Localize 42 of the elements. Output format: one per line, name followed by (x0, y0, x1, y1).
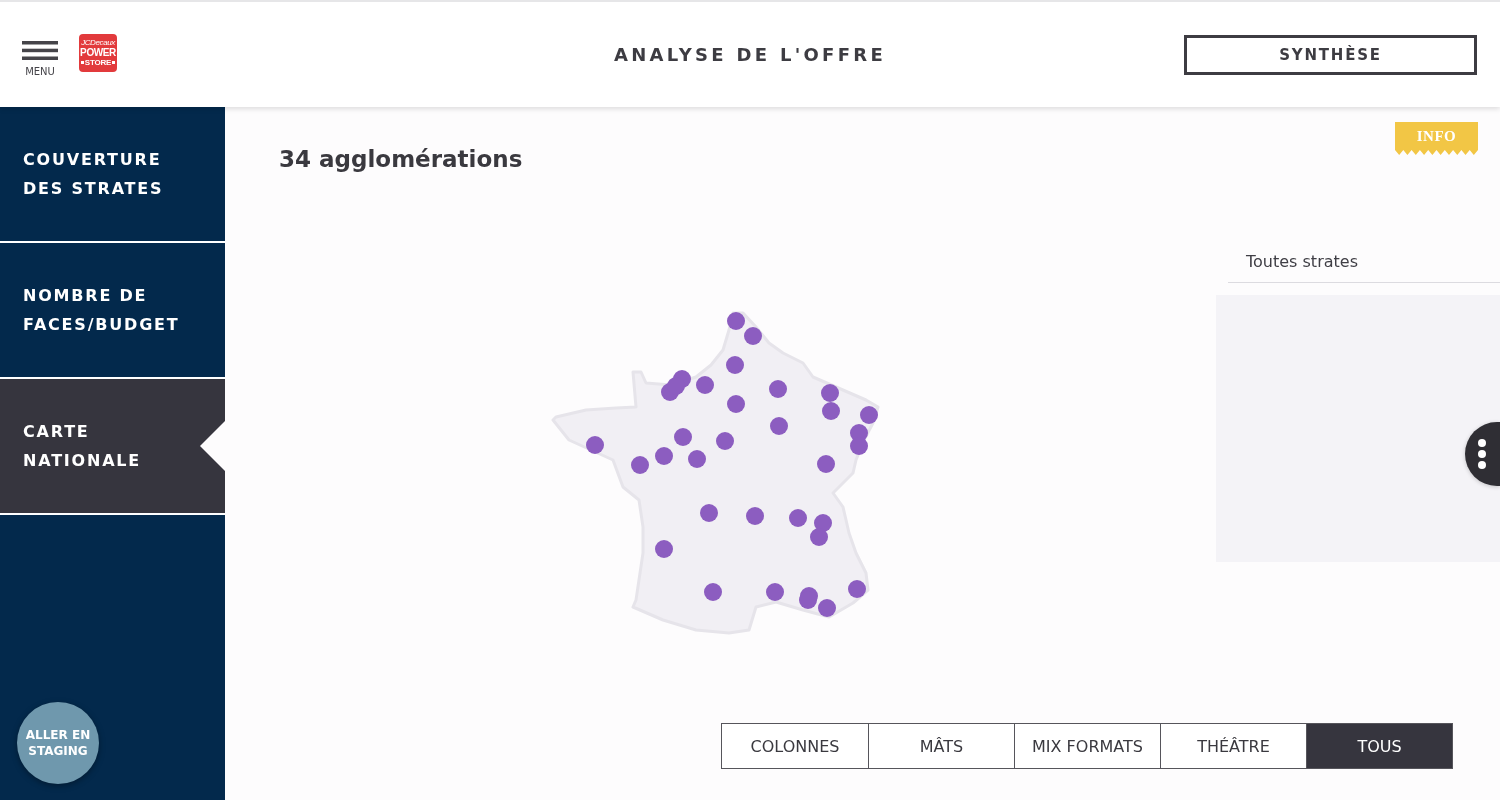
synthesis-button[interactable]: SYNTHÈSE (1184, 34, 1477, 75)
map-marker-icon (814, 514, 832, 532)
map-marker-icon (655, 447, 673, 465)
menu-button[interactable]: MENU (22, 40, 58, 77)
more-options-button[interactable] (1465, 422, 1500, 486)
map-marker-icon (810, 528, 828, 546)
map-marker-icon (860, 406, 878, 424)
map-marker-icon (848, 580, 866, 598)
map-marker-icon (704, 583, 722, 601)
map-marker-icon (744, 327, 762, 345)
results-title: 34 agglomérations (279, 145, 523, 174)
map-marker-icon (726, 356, 744, 374)
panel-heading: Toutes strates (1228, 240, 1500, 283)
map-marker-icon (818, 599, 836, 617)
map-marker-icon (655, 540, 673, 558)
page-title: ANALYSE DE L'OFFRE (613, 44, 887, 65)
map-marker-icon (850, 437, 868, 455)
more-vertical-icon (1478, 439, 1486, 469)
map-marker-icon (727, 395, 745, 413)
map-marker-icon (727, 312, 745, 330)
map-marker-icon (769, 380, 787, 398)
filter-tab[interactable]: TOUS (1306, 724, 1452, 768)
map-marker-icon (766, 583, 784, 601)
map-marker-icon (674, 428, 692, 446)
map-marker-icon (631, 456, 649, 474)
map-marker-icon (817, 455, 835, 473)
logo-text: JCDecaux (81, 38, 115, 47)
map-marker-icon (746, 507, 764, 525)
map-marker-icon (770, 417, 788, 435)
menu-icon (22, 40, 58, 60)
map-marker-icon (716, 432, 734, 450)
map-marker-icon (789, 509, 807, 527)
map-marker-icon (696, 376, 714, 394)
logo-text: STORE (80, 58, 116, 67)
map-marker-icon (667, 377, 685, 395)
map-marker-icon (586, 436, 604, 454)
map-marker-icon (700, 504, 718, 522)
sidebar-item[interactable]: CARTE NATIONALE (0, 379, 225, 515)
logo-text: POWER (80, 47, 116, 58)
map-marker-icon (688, 450, 706, 468)
map-marker-icon (822, 402, 840, 420)
map-marker-icon (821, 384, 839, 402)
